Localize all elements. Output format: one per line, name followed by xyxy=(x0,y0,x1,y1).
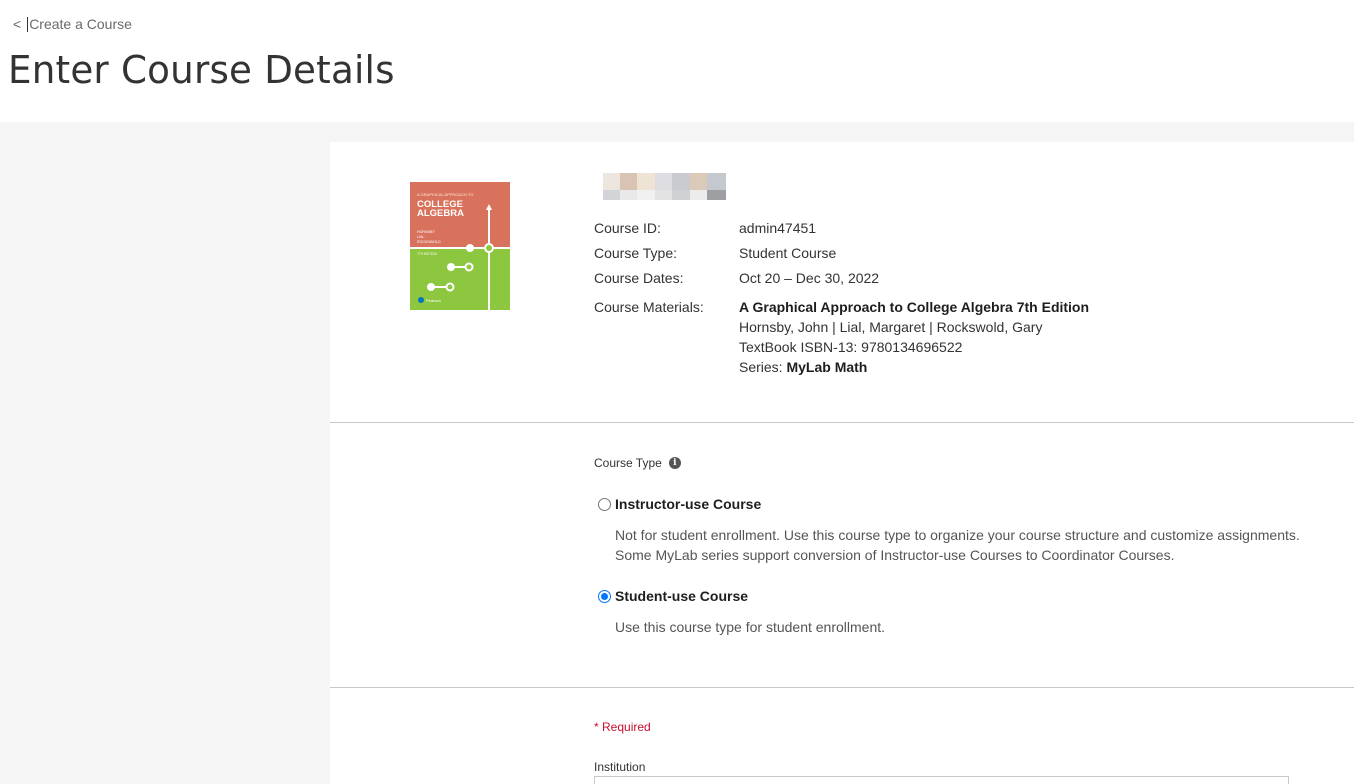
cover-publisher: Pearson xyxy=(426,298,441,303)
student-use-title[interactable]: Student-use Course xyxy=(615,588,748,604)
course-name-redacted xyxy=(595,173,727,201)
cover-author-3: ROCKSWOLD xyxy=(417,240,441,244)
page-title: Enter Course Details xyxy=(8,48,395,92)
section-divider-2 xyxy=(330,687,1354,688)
book-cover-image: A GRAPHICAL APPROACH TO COLLEGE ALGEBRA … xyxy=(410,182,510,310)
back-link-label: Create a Course xyxy=(29,16,132,32)
series-name: MyLab Math xyxy=(786,359,868,375)
course-type-section: Course Type i Instructor-use Course Not … xyxy=(594,456,1314,635)
cover-top-line: A GRAPHICAL APPROACH TO xyxy=(417,192,473,197)
cover-edition: 7TH EDITION xyxy=(417,252,438,256)
cover-author-1: HORNSBY xyxy=(417,230,435,234)
course-id-row: Course ID: admin47451 xyxy=(594,218,1089,243)
chevron-left-icon: < xyxy=(13,16,22,32)
back-link-create-course[interactable]: < Create a Course xyxy=(13,16,132,32)
course-dates-row: Course Dates: Oct 20 – Dec 30, 2022 xyxy=(594,268,1089,293)
cover-title-line2: ALGEBRA xyxy=(417,208,464,219)
course-type-label: Course Type: xyxy=(594,245,678,261)
student-use-description: Use this course type for student enrollm… xyxy=(615,619,886,635)
section-divider xyxy=(330,422,1354,423)
instructor-use-description: Not for student enrollment. Use this cou… xyxy=(615,527,1300,563)
instructor-use-title[interactable]: Instructor-use Course xyxy=(615,496,761,512)
materials-isbn: TextBook ISBN-13: 9780134696522 xyxy=(739,339,963,355)
institution-label: Institution xyxy=(594,760,646,774)
materials-authors: Hornsby, John | Lial, Margaret | Rockswo… xyxy=(739,319,1043,335)
course-dates-label: Course Dates: xyxy=(594,270,684,286)
student-use-radio[interactable] xyxy=(598,590,611,603)
institution-input[interactable] xyxy=(594,776,1289,784)
course-materials-label: Course Materials: xyxy=(594,299,704,315)
course-materials-row: Course Materials: A Graphical Approach t… xyxy=(594,297,1089,377)
course-id-label: Course ID: xyxy=(594,220,661,236)
course-details-card: A GRAPHICAL APPROACH TO COLLEGE ALGEBRA … xyxy=(330,142,1354,784)
course-materials-value: A Graphical Approach to College Algebra … xyxy=(739,297,1089,377)
materials-title: A Graphical Approach to College Algebra … xyxy=(739,299,1090,315)
course-type-value: Student Course xyxy=(739,245,837,261)
course-details: Course ID: admin47451 Course Type: Stude… xyxy=(594,218,1089,377)
info-icon[interactable]: i xyxy=(668,457,681,469)
cover-author-2: LIAL xyxy=(417,235,424,239)
text-cursor xyxy=(27,16,29,32)
course-dates-value: Oct 20 – Dec 30, 2022 xyxy=(739,270,880,286)
course-id-value: admin47451 xyxy=(739,220,817,236)
page-header: < Create a Course Enter Course Details xyxy=(0,0,1354,122)
course-type-row: Course Type: Student Course xyxy=(594,243,1089,268)
instructor-use-radio[interactable] xyxy=(598,498,611,511)
course-type-heading-label: Course Type xyxy=(594,456,662,470)
course-type-heading: Course Type i xyxy=(594,456,1314,470)
materials-series: Series: MyLab Math xyxy=(739,357,1089,377)
required-note: * Required xyxy=(594,720,651,734)
series-prefix: Series: xyxy=(739,359,787,375)
